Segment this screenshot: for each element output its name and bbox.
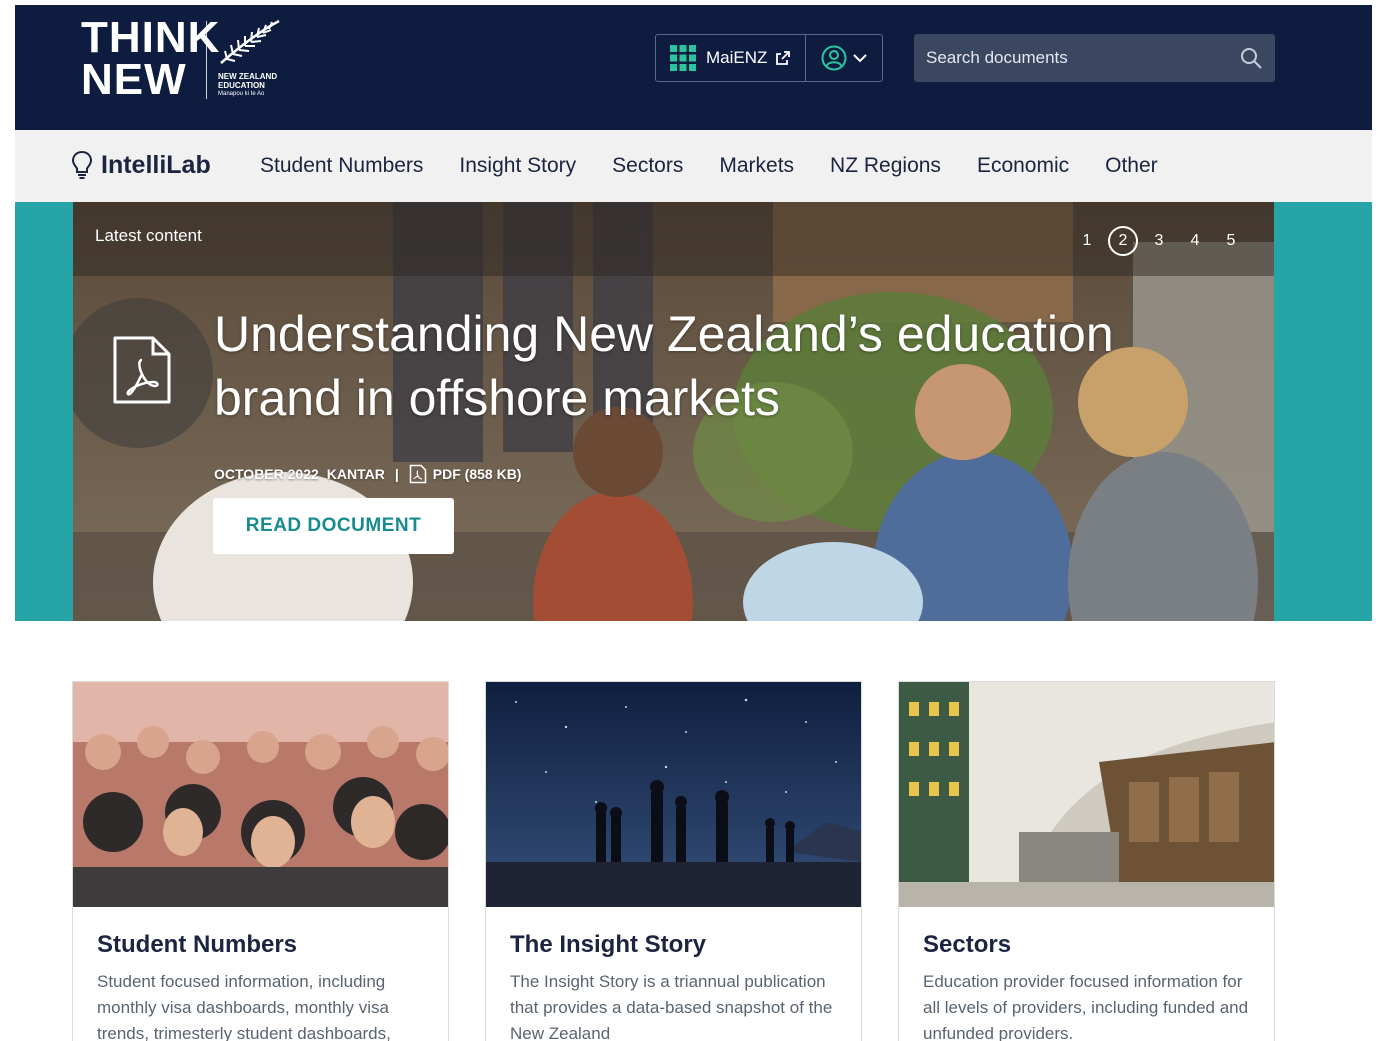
card-body: Student Numbers Student focused informat… — [73, 907, 448, 1041]
think-new-logo[interactable]: THINK NEW NEW ZEALAND EDUCATION Manapou … — [81, 15, 291, 105]
hero-meta: OCTOBER 2022 KANTAR | PDF (858 KB) — [214, 464, 521, 484]
nav-item-insight-story[interactable]: Insight Story — [459, 154, 576, 178]
nav-item-sectors[interactable]: Sectors — [612, 154, 683, 178]
grid-icon — [670, 45, 696, 71]
maienz-group: MaiENZ — [655, 34, 883, 82]
site-header: THINK NEW NEW ZEALAND EDUCATION Manapou … — [15, 5, 1372, 130]
chevron-down-icon — [853, 54, 867, 63]
main-nav: IntelliLab Student Numbers Insight Story… — [15, 130, 1372, 202]
card-image-crowd — [73, 682, 448, 907]
pager-page-1[interactable]: 1 — [1072, 226, 1102, 256]
meta-date: OCTOBER 2022 — [214, 466, 319, 482]
logo-tagline: Manapou ki te Ao — [218, 91, 265, 97]
meta-source: KANTAR — [326, 466, 385, 482]
pager-page-5[interactable]: 5 — [1216, 226, 1246, 256]
meta-separator: | — [394, 466, 399, 482]
brand-label: IntelliLab — [101, 150, 211, 179]
card-image-library — [899, 682, 1274, 907]
account-menu-button[interactable] — [806, 35, 882, 81]
card-body: The Insight Story The Insight Story is a… — [486, 907, 861, 1041]
lightbulb-icon — [71, 150, 93, 179]
hero-carousel: Latest content 1 2 3 4 5 Understanding N… — [73, 202, 1274, 621]
nav-item-economic[interactable]: Economic — [977, 154, 1069, 178]
pdf-document-icon — [113, 336, 171, 404]
hero-title[interactable]: Understanding New Zealand’s education br… — [214, 302, 1214, 430]
nav-item-nz-regions[interactable]: NZ Regions — [830, 154, 941, 178]
card-sectors[interactable]: Sectors Education provider focused infor… — [898, 681, 1275, 1041]
silver-fern-icon — [220, 19, 280, 64]
logo-org-text: NEW ZEALAND EDUCATION — [218, 72, 278, 90]
pager-page-2[interactable]: 2 — [1108, 226, 1138, 256]
user-circle-icon — [821, 45, 847, 71]
card-image-stargazing — [486, 682, 861, 907]
pager-page-3[interactable]: 3 — [1144, 226, 1174, 256]
meta-file: PDF (858 KB) — [432, 466, 522, 482]
nav-items: Student Numbers Insight Story Sectors Ma… — [260, 130, 1194, 202]
logo-new-text: NEW — [81, 55, 187, 104]
logo-divider — [206, 21, 207, 99]
search-input[interactable] — [914, 34, 1224, 82]
hero-title-line-1: Understanding New Zealand’s education — [214, 306, 1114, 362]
latest-content-label: Latest content — [95, 226, 202, 245]
maienz-link[interactable]: MaiENZ — [656, 35, 806, 81]
logo-think-text: THINK — [81, 13, 221, 62]
card-title: The Insight Story — [510, 931, 707, 958]
external-link-icon — [776, 51, 791, 65]
card-title: Student Numbers — [97, 931, 298, 958]
nav-item-student-numbers[interactable]: Student Numbers — [260, 154, 423, 178]
pager-page-4[interactable]: 4 — [1180, 226, 1210, 256]
search-box — [914, 34, 1275, 82]
search-icon[interactable] — [1239, 46, 1263, 70]
card-body: Sectors Education provider focused infor… — [899, 907, 1274, 1041]
nav-item-other[interactable]: Other — [1105, 154, 1158, 178]
card-title: Sectors — [923, 931, 1012, 958]
nav-item-markets[interactable]: Markets — [719, 154, 794, 178]
card-description: The Insight Story is a triannual publica… — [510, 972, 833, 1041]
maienz-label: MaiENZ — [706, 48, 768, 67]
carousel-pager: 1 2 3 4 5 — [1066, 226, 1246, 256]
card-description: Student focused information, including m… — [97, 972, 391, 1041]
pdf-file-icon — [409, 464, 427, 484]
read-document-button[interactable]: READ DOCUMENT — [213, 498, 454, 554]
card-insight-story[interactable]: The Insight Story The Insight Story is a… — [485, 681, 862, 1041]
hero-title-line-2: brand in offshore markets — [214, 370, 781, 426]
intellilab-brand[interactable]: IntelliLab — [71, 150, 211, 180]
card-description: Education provider focused information f… — [923, 972, 1249, 1041]
card-student-numbers[interactable]: Student Numbers Student focused informat… — [72, 681, 449, 1041]
